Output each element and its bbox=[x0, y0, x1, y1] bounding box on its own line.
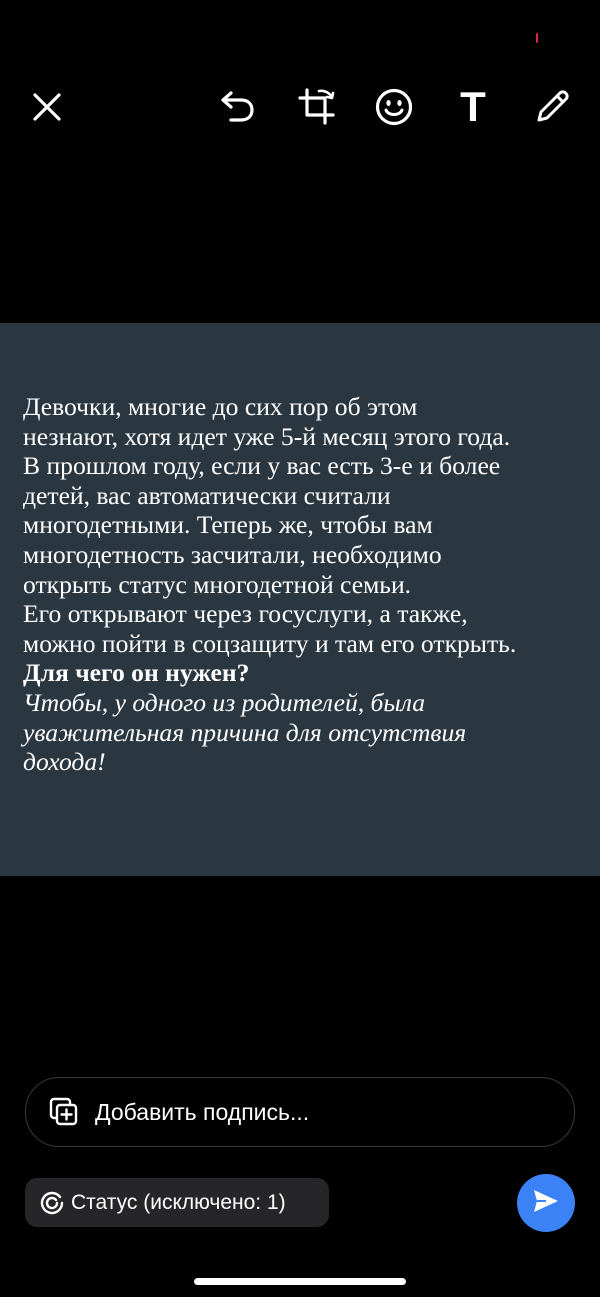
status-indicator bbox=[536, 33, 538, 43]
undo-button[interactable] bbox=[200, 70, 274, 144]
close-icon bbox=[32, 92, 62, 122]
status-ring-icon bbox=[40, 1191, 64, 1215]
home-indicator bbox=[194, 1278, 406, 1285]
post-body: Девочки, многие до сих пор об этом незна… bbox=[23, 392, 517, 658]
text-tool-icon: T bbox=[460, 83, 486, 130]
crop-rotate-icon bbox=[297, 87, 337, 127]
caption-input[interactable]: Добавить подпись... bbox=[25, 1077, 575, 1147]
text-tool-button[interactable]: T bbox=[436, 70, 510, 144]
emoji-button[interactable] bbox=[357, 70, 431, 144]
post-italic: Чтобы, у одного из родителей, была уважи… bbox=[23, 687, 467, 777]
add-media-icon[interactable] bbox=[49, 1097, 79, 1127]
close-button[interactable] bbox=[10, 70, 84, 144]
caption-placeholder: Добавить подпись... bbox=[95, 1098, 310, 1125]
undo-icon bbox=[219, 91, 255, 123]
send-icon bbox=[532, 1187, 560, 1220]
post-text: Девочки, многие до сих пор об этом незна… bbox=[23, 392, 585, 777]
editor-toolbar: T bbox=[0, 70, 600, 144]
emoji-icon bbox=[375, 88, 413, 126]
status-label: Статус (исключено: 1) bbox=[71, 1190, 286, 1214]
crop-rotate-button[interactable] bbox=[280, 70, 354, 144]
post-heading: Для чего он нужен? bbox=[23, 658, 250, 688]
status-audience-button[interactable]: Статус (исключено: 1) bbox=[25, 1178, 329, 1227]
send-button[interactable] bbox=[517, 1174, 575, 1232]
pencil-icon bbox=[533, 88, 571, 126]
image-preview: Девочки, многие до сих пор об этом незна… bbox=[0, 323, 600, 876]
draw-button[interactable] bbox=[515, 70, 589, 144]
